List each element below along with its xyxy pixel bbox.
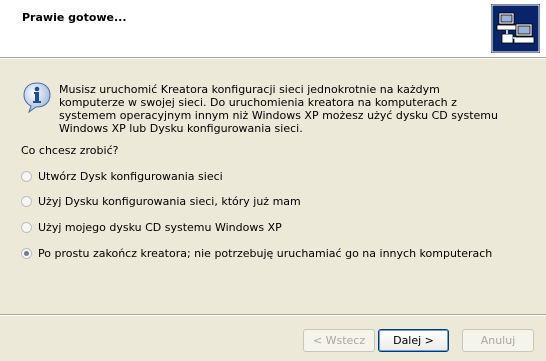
header-divider — [0, 58, 546, 59]
next-button[interactable]: Dalej > — [378, 329, 449, 352]
info-message: Musisz uruchomić Kreatora konfiguracji s… — [59, 83, 498, 135]
radio-button[interactable] — [21, 222, 32, 233]
option-finish-wizard[interactable]: Po prostu zakończ kreatora; nie potrzebu… — [21, 247, 492, 260]
back-button[interactable]: < Wstecz — [303, 329, 375, 352]
radio-button[interactable] — [21, 171, 32, 182]
option-label: Utwórz Dysk konfigurowania sieci — [38, 170, 223, 183]
wizard-header: Prawie gotowe... — [0, 0, 546, 58]
page-title: Prawie gotowe... — [22, 11, 127, 24]
radio-button-selected[interactable] — [21, 248, 32, 259]
option-use-existing-disk[interactable]: Użyj Dysku konfigurowania sieci, który j… — [21, 195, 301, 208]
option-label: Użyj Dysku konfigurowania sieci, który j… — [38, 195, 301, 208]
option-label: Użyj mojego dysku CD systemu Windows XP — [38, 221, 282, 234]
footer-divider-highlight — [0, 315, 546, 316]
network-computers-icon — [491, 4, 540, 53]
radio-button[interactable] — [21, 196, 32, 207]
option-label: Po prostu zakończ kreatora; nie potrzebu… — [38, 247, 493, 260]
cancel-button[interactable]: Anuluj — [462, 329, 534, 352]
question-label: Co chcesz zrobić? — [21, 144, 119, 157]
info-icon — [23, 82, 51, 113]
option-use-windows-cd[interactable]: Użyj mojego dysku CD systemu Windows XP — [21, 221, 282, 234]
option-create-disk[interactable]: Utwórz Dysk konfigurowania sieci — [21, 170, 223, 183]
